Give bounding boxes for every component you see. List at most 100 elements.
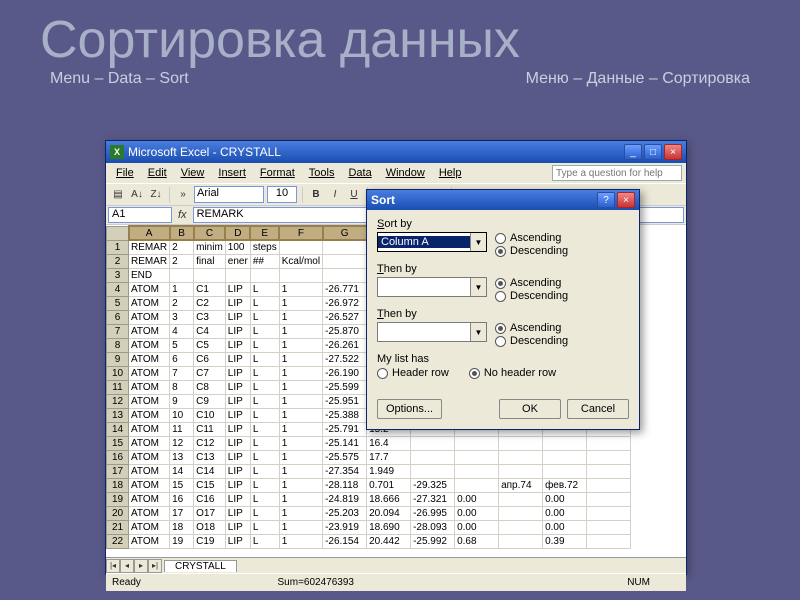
cell[interactable]: L (250, 450, 279, 464)
cell[interactable]: 20.442 (367, 534, 411, 548)
menu-data[interactable]: Data (342, 165, 377, 181)
cell[interactable]: 16.4 (367, 436, 411, 450)
cell[interactable] (499, 464, 543, 478)
cell[interactable]: C3 (194, 310, 226, 324)
italic-icon[interactable]: I (327, 187, 343, 203)
cell[interactable]: -26.261 (323, 338, 367, 352)
cell[interactable]: -26.190 (323, 366, 367, 380)
dialog-help-button[interactable]: ? (597, 192, 615, 208)
cell[interactable]: ATOM (129, 436, 170, 450)
thenby2-ascending-radio[interactable]: Ascending (495, 322, 568, 334)
cell[interactable]: -25.870 (323, 324, 367, 338)
cell[interactable]: L (250, 422, 279, 436)
cell[interactable]: C8 (194, 380, 226, 394)
col-header[interactable]: C (194, 226, 226, 240)
cell[interactable]: 1.949 (367, 464, 411, 478)
menu-help[interactable]: Help (433, 165, 468, 181)
cell[interactable]: -27.354 (323, 464, 367, 478)
tab-first-icon[interactable]: |◂ (106, 559, 120, 573)
cell[interactable] (279, 240, 322, 254)
cell[interactable]: LIP (225, 436, 250, 450)
cell[interactable]: L (250, 478, 279, 492)
maximize-button[interactable]: □ (644, 144, 662, 160)
thenby1-combo[interactable]: ▼ (377, 277, 487, 297)
cell[interactable]: 1 (279, 450, 322, 464)
cell[interactable]: -25.599 (323, 380, 367, 394)
cell[interactable]: 9 (170, 394, 194, 408)
cell[interactable]: LIP (225, 450, 250, 464)
cell[interactable]: ATOM (129, 324, 170, 338)
cell[interactable] (587, 520, 631, 534)
cell[interactable]: -29.325 (411, 478, 455, 492)
cell[interactable]: C10 (194, 408, 226, 422)
row-header[interactable]: 22 (107, 534, 129, 548)
cell[interactable] (587, 506, 631, 520)
cell[interactable]: ATOM (129, 464, 170, 478)
cell[interactable]: 18.666 (367, 492, 411, 506)
cell[interactable]: LIP (225, 324, 250, 338)
cell[interactable]: 7 (170, 366, 194, 380)
cell[interactable]: C1 (194, 282, 226, 296)
cell[interactable]: END (129, 268, 170, 282)
row-header[interactable]: 6 (107, 310, 129, 324)
cell[interactable]: 1 (279, 506, 322, 520)
cell[interactable]: ATOM (129, 352, 170, 366)
cell[interactable]: LIP (225, 492, 250, 506)
cell[interactable]: -25.141 (323, 436, 367, 450)
chevron-down-icon[interactable]: ▼ (470, 323, 486, 341)
cell[interactable]: 1 (279, 366, 322, 380)
cell[interactable] (411, 436, 455, 450)
cell[interactable]: ATOM (129, 394, 170, 408)
cell[interactable]: 1 (279, 394, 322, 408)
cell[interactable] (587, 464, 631, 478)
row-header[interactable]: 2 (107, 254, 129, 268)
cell[interactable] (323, 268, 367, 282)
cell[interactable]: 15 (170, 478, 194, 492)
cell[interactable]: LIP (225, 394, 250, 408)
cell[interactable]: 13 (170, 450, 194, 464)
cell[interactable]: L (250, 380, 279, 394)
cell[interactable]: C19 (194, 534, 226, 548)
cell[interactable]: 1 (279, 534, 322, 548)
cell[interactable]: C6 (194, 352, 226, 366)
cell[interactable]: C14 (194, 464, 226, 478)
cell[interactable]: 6 (170, 352, 194, 366)
name-box[interactable]: A1 (108, 207, 172, 223)
cell[interactable]: 1 (279, 310, 322, 324)
cell[interactable]: L (250, 310, 279, 324)
menu-format[interactable]: Format (254, 165, 301, 181)
cell[interactable]: ATOM (129, 478, 170, 492)
cell[interactable]: LIP (225, 408, 250, 422)
cell[interactable]: апр.74 (499, 478, 543, 492)
cell[interactable] (543, 450, 587, 464)
cell[interactable]: 0.00 (543, 520, 587, 534)
cell[interactable]: 1 (279, 422, 322, 436)
cell[interactable]: ATOM (129, 506, 170, 520)
cell[interactable]: ATOM (129, 520, 170, 534)
cell[interactable] (543, 436, 587, 450)
cell[interactable]: C5 (194, 338, 226, 352)
cell[interactable] (455, 478, 499, 492)
row-header[interactable]: 4 (107, 282, 129, 296)
cell[interactable]: -25.388 (323, 408, 367, 422)
font-name-select[interactable]: Arial (194, 186, 264, 203)
col-header[interactable]: B (170, 226, 194, 240)
cell[interactable]: C13 (194, 450, 226, 464)
minimize-button[interactable]: _ (624, 144, 642, 160)
cell[interactable]: 1 (279, 478, 322, 492)
cell[interactable]: ATOM (129, 338, 170, 352)
row-header[interactable]: 15 (107, 436, 129, 450)
cell[interactable] (455, 436, 499, 450)
cell[interactable] (323, 240, 367, 254)
sort-desc-icon[interactable]: Z↓ (148, 187, 164, 203)
table-row[interactable]: 16ATOM13C13LIPL1-25.57517.7 (107, 450, 631, 464)
options-button[interactable]: Options... (377, 399, 442, 419)
row-header[interactable]: 8 (107, 338, 129, 352)
cell[interactable] (170, 268, 194, 282)
cell[interactable]: L (250, 534, 279, 548)
cell[interactable]: 1 (279, 436, 322, 450)
menu-window[interactable]: Window (380, 165, 431, 181)
cell[interactable]: 2 (170, 296, 194, 310)
cell[interactable]: LIP (225, 506, 250, 520)
cell[interactable]: -26.154 (323, 534, 367, 548)
